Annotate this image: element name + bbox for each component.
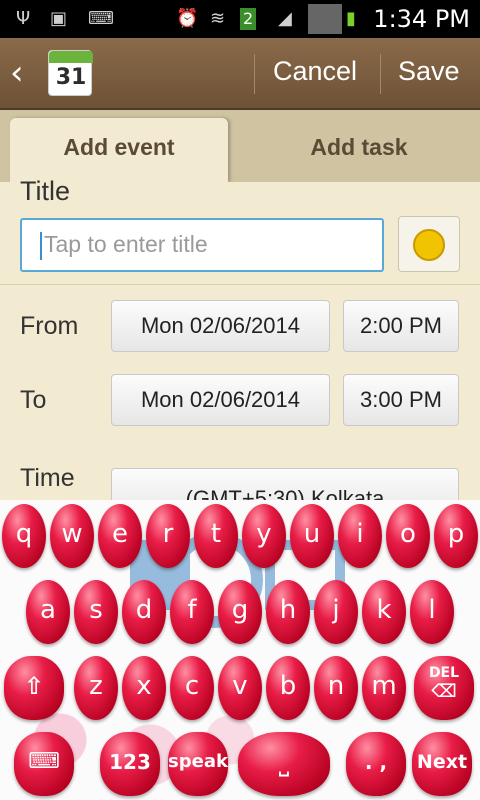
sim2-icon: 2 — [240, 8, 257, 30]
tab-add-task[interactable]: Add task — [238, 118, 480, 182]
to-time-button[interactable]: 3:00 PM — [343, 374, 459, 426]
calendar-day: 31 — [55, 65, 87, 90]
numbers-key[interactable]: 123 — [100, 732, 160, 796]
key-e[interactable]: e — [98, 504, 142, 568]
key-x[interactable]: x — [122, 656, 166, 720]
sticker-button[interactable] — [398, 216, 460, 272]
from-date-button[interactable]: Mon 02/06/2014 — [111, 300, 330, 352]
space-key[interactable]: ⎵ — [238, 732, 330, 796]
key-d[interactable]: d — [122, 580, 166, 644]
key-q[interactable]: q — [2, 504, 46, 568]
key-v[interactable]: v — [218, 656, 262, 720]
title-placeholder: Tap to enter title — [44, 231, 208, 257]
image-icon: ▣ — [50, 8, 68, 29]
battery-charging-icon: ▮ — [346, 8, 356, 29]
from-label: From — [20, 312, 79, 340]
keyboard-icon: ⌨ — [88, 8, 114, 29]
action-bar: ‹ 31 Cancel Save — [0, 38, 480, 110]
divider — [380, 54, 381, 94]
shift-icon: ⇧ — [23, 672, 45, 700]
status-bar: Ψ ▣ ⌨ ⏰ ≋ 2 ◢ ▮ 1:34 PM — [0, 0, 480, 38]
key-z[interactable]: z — [74, 656, 118, 720]
key-f[interactable]: f — [170, 580, 214, 644]
key-c[interactable]: c — [170, 656, 214, 720]
cancel-button[interactable]: Cancel — [273, 56, 357, 87]
key-t[interactable]: t — [194, 504, 238, 568]
usb-icon: Ψ — [16, 8, 31, 29]
divider — [0, 284, 480, 285]
backspace-icon: ⌫ — [431, 681, 457, 702]
calendar-header — [49, 51, 93, 63]
delete-label: DEL — [428, 665, 460, 681]
key-a[interactable]: a — [26, 580, 70, 644]
key-h[interactable]: h — [266, 580, 310, 644]
save-button[interactable]: Save — [398, 56, 460, 87]
tab-bar: Add event Add task — [0, 110, 480, 182]
key-p[interactable]: p — [434, 504, 478, 568]
key-g[interactable]: g — [218, 580, 262, 644]
title-label: Title — [20, 176, 71, 206]
alarm-icon: ⏰ — [176, 8, 199, 29]
keyboard-settings-icon: ⌨ — [28, 749, 60, 774]
space-icon: ⎵ — [278, 747, 290, 777]
signal-icon-2 — [308, 4, 342, 34]
sticker-icon — [413, 229, 445, 261]
key-r[interactable]: r — [146, 504, 190, 568]
text-caret — [40, 232, 42, 260]
divider — [254, 54, 255, 94]
soft-keyboard: q w e r t y u i o p a s d f g h j k l ⇧ … — [0, 500, 480, 800]
key-w[interactable]: w — [50, 504, 94, 568]
clock: 1:34 PM — [373, 5, 470, 33]
title-input[interactable]: Tap to enter title — [20, 218, 384, 272]
key-m[interactable]: m — [362, 656, 406, 720]
key-b[interactable]: b — [266, 656, 310, 720]
signal-icon: ◢ — [278, 8, 292, 29]
key-l[interactable]: l — [410, 580, 454, 644]
from-time-button[interactable]: 2:00 PM — [343, 300, 459, 352]
key-k[interactable]: k — [362, 580, 406, 644]
to-label: To — [20, 386, 47, 414]
key-j[interactable]: j — [314, 580, 358, 644]
back-icon[interactable]: ‹ — [10, 54, 40, 92]
speak-key[interactable]: speak — [168, 732, 228, 796]
key-i[interactable]: i — [338, 504, 382, 568]
key-u[interactable]: u — [290, 504, 334, 568]
calendar-icon[interactable]: 31 — [48, 50, 93, 96]
key-o[interactable]: o — [386, 504, 430, 568]
to-date-button[interactable]: Mon 02/06/2014 — [111, 374, 330, 426]
event-form: Title Tap to enter title From Mon 02/06/… — [0, 176, 480, 520]
tab-add-event[interactable]: Add event — [10, 118, 228, 182]
delete-key[interactable]: DEL ⌫ — [414, 656, 474, 720]
key-n[interactable]: n — [314, 656, 358, 720]
wifi-icon: ≋ — [210, 8, 226, 29]
shift-key[interactable]: ⇧ — [4, 656, 64, 720]
punctuation-key[interactable]: . , — [346, 732, 406, 796]
keyboard-settings-key[interactable]: ⌨ — [14, 732, 74, 796]
timezone-label: Time — [20, 464, 75, 492]
next-key[interactable]: Next — [412, 732, 472, 796]
key-s[interactable]: s — [74, 580, 118, 644]
key-y[interactable]: y — [242, 504, 286, 568]
